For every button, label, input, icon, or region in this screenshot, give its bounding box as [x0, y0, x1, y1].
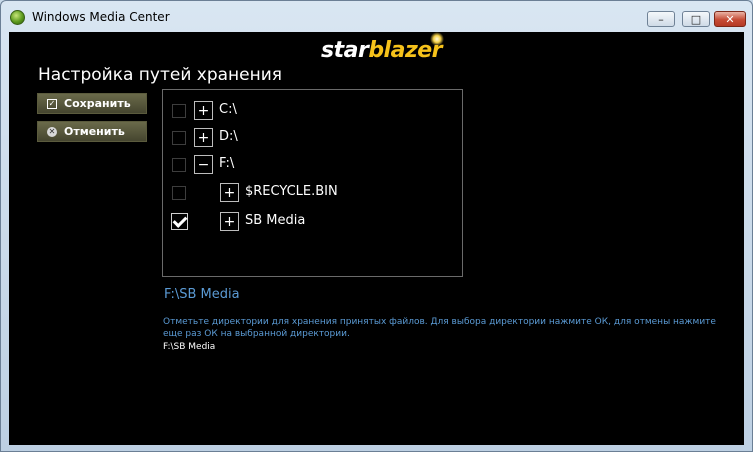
app-window: Windows Media Center – □ ✕ starblazer На…: [0, 0, 753, 452]
expand-button[interactable]: +: [194, 128, 213, 147]
selected-directories: F:\SB Media: [163, 342, 216, 352]
page-title: Настройка путей хранения: [38, 65, 283, 85]
maximize-button[interactable]: □: [682, 11, 710, 27]
folder-checkbox-checked[interactable]: [171, 213, 188, 230]
save-label: Сохранить: [64, 97, 131, 110]
expand-button[interactable]: +: [220, 212, 239, 231]
instruction-text: Отметьте директории для хранения приняты…: [163, 317, 716, 339]
folder-checkbox[interactable]: [172, 104, 186, 118]
folder-checkbox[interactable]: [172, 131, 186, 145]
starblazer-logo: starblazer: [321, 32, 444, 63]
folder-checkbox[interactable]: [172, 186, 186, 200]
folder-label[interactable]: $RECYCLE.BIN: [245, 184, 338, 199]
content-area: starblazer Настройка путей хранения ✓ Со…: [9, 32, 744, 445]
checkbox-icon: ✓: [47, 98, 57, 109]
folder-label[interactable]: F:\: [219, 156, 234, 171]
cancel-icon: ✕: [47, 126, 57, 137]
close-button[interactable]: ✕: [714, 11, 746, 27]
folder-label[interactable]: D:\: [219, 129, 238, 144]
cancel-button[interactable]: ✕ Отменить: [37, 121, 147, 142]
title-bar[interactable]: Windows Media Center – □ ✕: [1, 1, 752, 31]
selected-path: F:\SB Media: [164, 287, 240, 302]
save-button[interactable]: ✓ Сохранить: [37, 93, 147, 114]
folder-checkbox[interactable]: [172, 158, 186, 172]
sparkle-icon: [430, 32, 444, 46]
logo-part-star: star: [321, 38, 369, 63]
window-title: Windows Media Center: [32, 10, 170, 24]
folder-tree: + C:\ + D:\ − F:\ + $RECYCLE.BIN + SB Me…: [162, 89, 463, 277]
expand-button[interactable]: +: [194, 101, 213, 120]
folder-label[interactable]: C:\: [219, 102, 237, 117]
folder-label[interactable]: SB Media: [245, 213, 305, 228]
cancel-label: Отменить: [64, 125, 125, 138]
expand-button[interactable]: +: [220, 183, 239, 202]
minimize-button[interactable]: –: [647, 11, 675, 27]
media-center-icon: [10, 10, 25, 25]
collapse-button[interactable]: −: [194, 155, 213, 174]
